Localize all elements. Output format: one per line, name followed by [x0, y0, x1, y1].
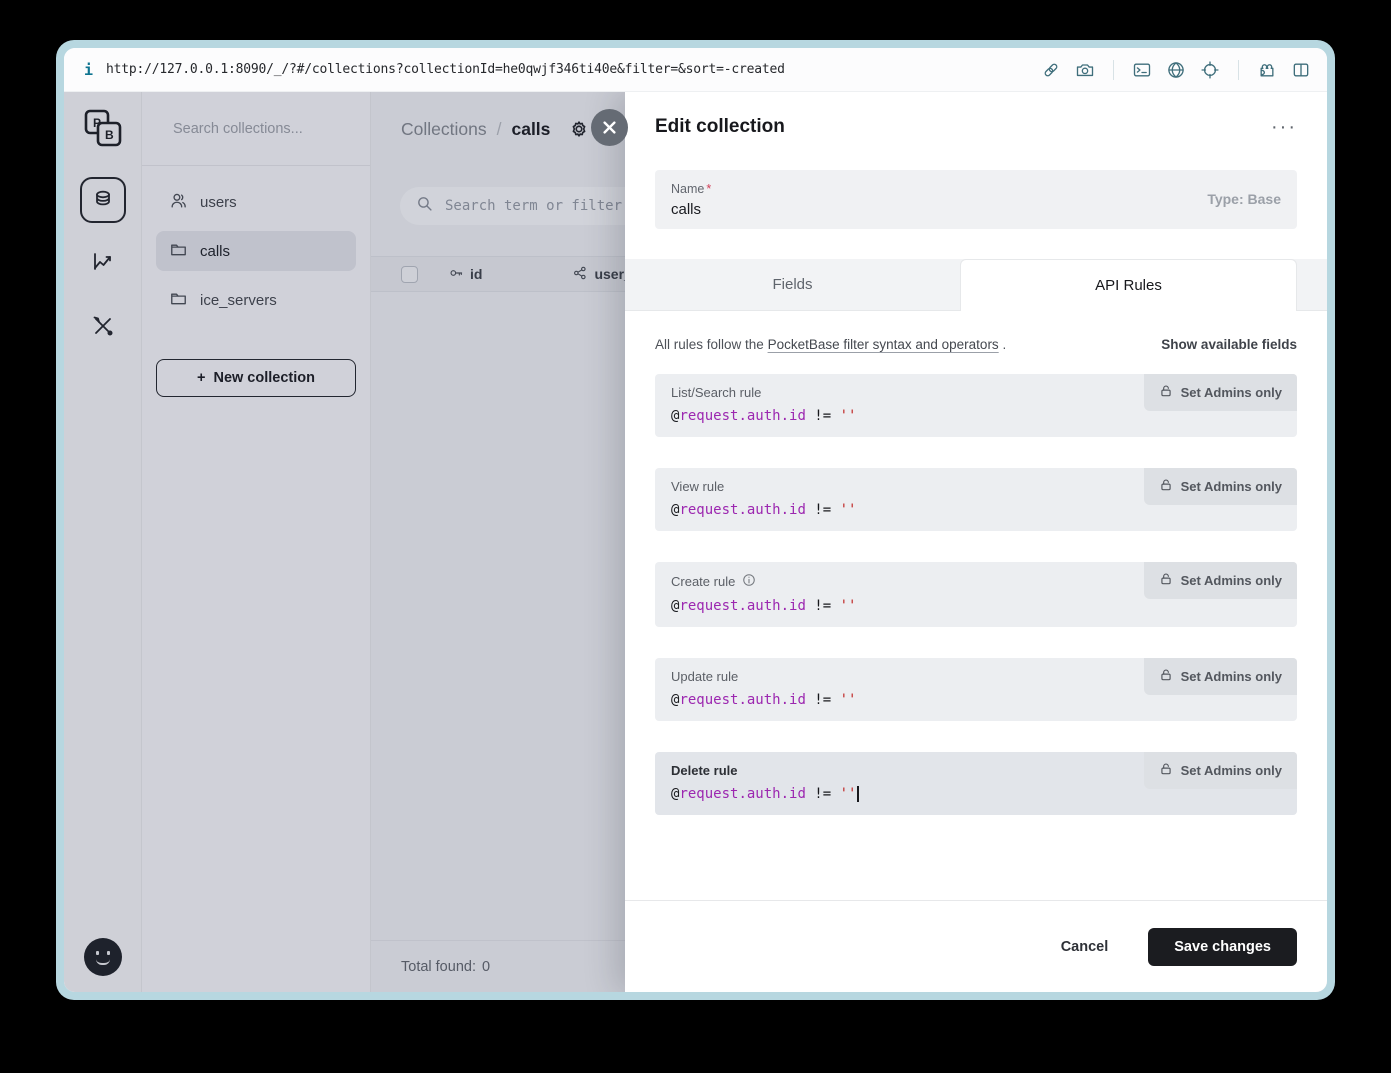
api-rules-tab-content: All rules follow the PocketBase filter s… — [625, 311, 1327, 900]
info-circle-icon[interactable] — [742, 573, 756, 590]
update-rule-field[interactable]: Update rule @request.auth.id != '' Set A… — [655, 658, 1297, 721]
text-cursor — [857, 786, 859, 802]
cancel-button[interactable]: Cancel — [1061, 939, 1109, 955]
view-rule-field[interactable]: View rule @request.auth.id != '' Set Adm… — [655, 468, 1297, 531]
extension-icon[interactable] — [1257, 60, 1277, 80]
set-admins-only-button[interactable]: Set Admins only — [1144, 658, 1297, 695]
panel-tabs: Fields API Rules — [625, 259, 1327, 311]
lock-icon — [1159, 668, 1173, 685]
delete-rule-field[interactable]: Delete rule @request.auth.id != '' Set A… — [655, 752, 1297, 815]
split-view-icon[interactable] — [1291, 60, 1311, 80]
lock-icon — [1159, 762, 1173, 779]
more-options-button[interactable]: ··· — [1271, 122, 1297, 132]
app-area: P B Search collections.. — [64, 92, 1327, 992]
terminal-icon[interactable] — [1132, 60, 1152, 80]
globe-icon[interactable] — [1166, 60, 1186, 80]
filter-syntax-link[interactable]: PocketBase filter syntax and operators — [768, 337, 999, 352]
panel-title: Edit collection — [655, 116, 785, 138]
edit-collection-panel: Edit collection ··· Name* calls Type: Ba… — [625, 92, 1327, 992]
camera-icon[interactable] — [1075, 60, 1095, 80]
close-icon — [605, 123, 615, 133]
name-label: Name — [671, 182, 704, 196]
crosshair-icon[interactable] — [1200, 60, 1220, 80]
required-asterisk: * — [706, 182, 711, 196]
set-admins-only-button[interactable]: Set Admins only — [1144, 468, 1297, 505]
set-admins-only-button[interactable]: Set Admins only — [1144, 374, 1297, 411]
tab-api-rules[interactable]: API Rules — [960, 259, 1297, 311]
rule-code-editor[interactable]: @request.auth.id != '' — [671, 598, 1281, 614]
create-rule-field[interactable]: Create rule @request.auth.id != '' Set A… — [655, 562, 1297, 627]
panel-footer: Cancel Save changes — [625, 900, 1327, 992]
tab-fields[interactable]: Fields — [625, 259, 960, 310]
collection-type-label: Type: Base — [1207, 191, 1281, 207]
lock-icon — [1159, 572, 1173, 589]
set-admins-only-button[interactable]: Set Admins only — [1144, 752, 1297, 789]
collection-name-field[interactable]: Name* calls Type: Base — [655, 170, 1297, 229]
lock-icon — [1159, 384, 1173, 401]
save-changes-button[interactable]: Save changes — [1148, 928, 1297, 966]
url-input[interactable]: http://127.0.0.1:8090/_/?#/collections?c… — [106, 62, 785, 77]
set-admins-only-button[interactable]: Set Admins only — [1144, 562, 1297, 599]
link-icon[interactable] — [1041, 60, 1061, 80]
close-panel-button[interactable] — [591, 109, 628, 146]
browser-window: i http://127.0.0.1:8090/_/?#/collections… — [56, 40, 1335, 1000]
info-icon[interactable]: i — [84, 61, 106, 79]
collection-name-value[interactable]: calls — [671, 201, 1207, 218]
rules-intro: All rules follow the PocketBase filter s… — [655, 337, 1006, 352]
show-available-fields-toggle[interactable]: Show available fields — [1161, 337, 1297, 352]
url-bar: i http://127.0.0.1:8090/_/?#/collections… — [64, 48, 1327, 92]
list-search-rule-field[interactable]: List/Search rule @request.auth.id != '' … — [655, 374, 1297, 437]
lock-icon — [1159, 478, 1173, 495]
